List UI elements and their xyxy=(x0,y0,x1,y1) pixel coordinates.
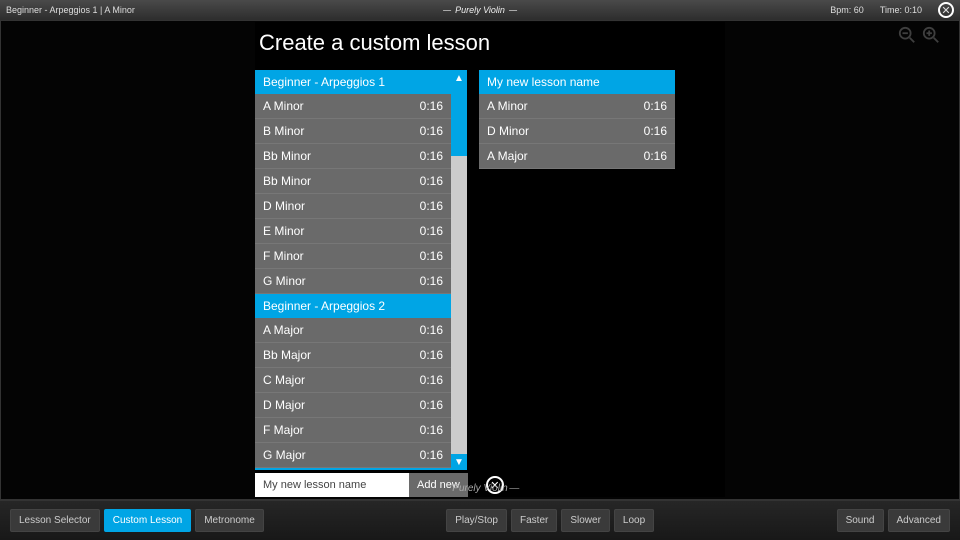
time-label: Time: 0:10 xyxy=(880,5,922,15)
item-label: Bb Minor xyxy=(263,174,311,188)
item-label: A Minor xyxy=(487,99,528,113)
loop-button[interactable]: Loop xyxy=(614,509,654,532)
item-label: G Minor xyxy=(263,274,306,288)
item-label: A Major xyxy=(487,149,528,163)
item-label: F Major xyxy=(263,423,304,437)
brand-logo: Purely Violin xyxy=(443,5,517,15)
source-item[interactable]: D Minor 0:16 xyxy=(255,194,451,219)
topbar: Beginner - Arpeggios 1 | A Minor Purely … xyxy=(0,0,960,20)
source-item[interactable]: D Major 0:16 xyxy=(255,393,451,418)
source-item[interactable]: Bb Major 0:16 xyxy=(255,343,451,368)
item-duration: 0:16 xyxy=(420,249,443,263)
item-duration: 0:16 xyxy=(420,124,443,138)
panel-title: Create a custom lesson xyxy=(255,22,725,70)
scroll-thumb[interactable] xyxy=(451,86,467,156)
item-label: B Minor xyxy=(263,124,304,138)
source-item[interactable]: B Minor 0:16 xyxy=(255,119,451,144)
item-duration: 0:16 xyxy=(420,99,443,113)
play-stop-button[interactable]: Play/Stop xyxy=(446,509,507,532)
bpm-label: Bpm: 60 xyxy=(830,5,864,15)
source-item[interactable]: A Major 0:16 xyxy=(255,318,451,343)
item-duration: 0:16 xyxy=(420,174,443,188)
source-item[interactable]: Bb Minor 0:16 xyxy=(255,169,451,194)
dest-item[interactable]: D Minor 0:16 xyxy=(479,119,675,144)
item-duration: 0:16 xyxy=(420,149,443,163)
item-label: A Major xyxy=(263,323,304,337)
sound-button[interactable]: Sound xyxy=(837,509,884,532)
source-item[interactable]: Bb Minor 0:16 xyxy=(255,144,451,169)
custom-lesson-panel: Create a custom lesson Beginner - Arpegg… xyxy=(255,22,725,497)
item-duration: 0:16 xyxy=(420,274,443,288)
lists-row: Beginner - Arpeggios 1A Minor0:16B Minor… xyxy=(255,70,725,470)
item-label: E Minor xyxy=(263,224,304,238)
custom-lesson-button[interactable]: Custom Lesson xyxy=(104,509,191,532)
item-duration: 0:16 xyxy=(420,373,443,387)
item-label: C Major xyxy=(263,373,305,387)
source-item[interactable]: E Minor 0:16 xyxy=(255,219,451,244)
source-item[interactable]: F Minor 0:16 xyxy=(255,244,451,269)
faster-button[interactable]: Faster xyxy=(511,509,557,532)
dest-header[interactable]: My new lesson name xyxy=(479,70,675,94)
zoom-controls xyxy=(898,26,940,44)
lesson-name-input[interactable] xyxy=(255,473,409,497)
item-label: G Major xyxy=(263,448,306,462)
item-duration: 0:16 xyxy=(420,199,443,213)
scroll-down-icon[interactable]: ▼ xyxy=(451,454,467,470)
topbar-right: Bpm: 60 Time: 0:10 ✕ xyxy=(830,2,954,18)
source-item[interactable]: F Major 0:16 xyxy=(255,418,451,443)
item-label: Bb Minor xyxy=(263,149,311,163)
source-item[interactable]: G Minor 0:16 xyxy=(255,269,451,294)
section-header[interactable]: Beginner - Arpeggios 1 xyxy=(255,70,451,94)
close-icon[interactable]: ✕ xyxy=(938,2,954,18)
item-label: Bb Major xyxy=(263,348,311,362)
source-item[interactable]: G Major 0:16 xyxy=(255,443,451,468)
item-label: D Major xyxy=(263,398,305,412)
zoom-in-icon[interactable] xyxy=(922,26,940,44)
dest-item[interactable]: A Major 0:16 xyxy=(479,144,675,169)
item-label: A Minor xyxy=(263,99,304,113)
item-label: D Minor xyxy=(487,124,529,138)
source-wrap: Beginner - Arpeggios 1A Minor0:16B Minor… xyxy=(255,70,467,470)
zoom-out-icon[interactable] xyxy=(898,26,916,44)
bottombar: Lesson Selector Custom Lesson Metronome … xyxy=(0,500,960,540)
slower-button[interactable]: Slower xyxy=(561,509,610,532)
item-duration: 0:16 xyxy=(420,398,443,412)
advanced-button[interactable]: Advanced xyxy=(888,509,950,532)
breadcrumb: Beginner - Arpeggios 1 | A Minor xyxy=(6,5,135,15)
dest-list[interactable]: My new lesson name A Minor 0:16 D Minor 0:16… xyxy=(479,70,675,169)
item-duration: 0:16 xyxy=(420,448,443,462)
item-duration: 0:16 xyxy=(644,149,667,163)
item-duration: 0:16 xyxy=(644,99,667,113)
dest-item[interactable]: A Minor 0:16 xyxy=(479,94,675,119)
item-label: F Minor xyxy=(263,249,304,263)
item-label: D Minor xyxy=(263,199,305,213)
scrollbar[interactable]: ▲ ▼ xyxy=(451,70,467,470)
scroll-up-icon[interactable]: ▲ xyxy=(451,70,467,86)
section-header[interactable]: Beginner - Scales 1 xyxy=(255,468,451,470)
source-list[interactable]: Beginner - Arpeggios 1A Minor0:16B Minor… xyxy=(255,70,451,470)
brand-footer: Purely Violin xyxy=(438,483,521,494)
section-header[interactable]: Beginner - Arpeggios 2 xyxy=(255,294,451,318)
item-duration: 0:16 xyxy=(420,323,443,337)
item-duration: 0:16 xyxy=(644,124,667,138)
metronome-button[interactable]: Metronome xyxy=(195,509,264,532)
source-item[interactable]: C Major 0:16 xyxy=(255,368,451,393)
item-duration: 0:16 xyxy=(420,348,443,362)
item-duration: 0:16 xyxy=(420,224,443,238)
source-item[interactable]: A Minor 0:16 xyxy=(255,94,451,119)
item-duration: 0:16 xyxy=(420,423,443,437)
lesson-selector-button[interactable]: Lesson Selector xyxy=(10,509,100,532)
